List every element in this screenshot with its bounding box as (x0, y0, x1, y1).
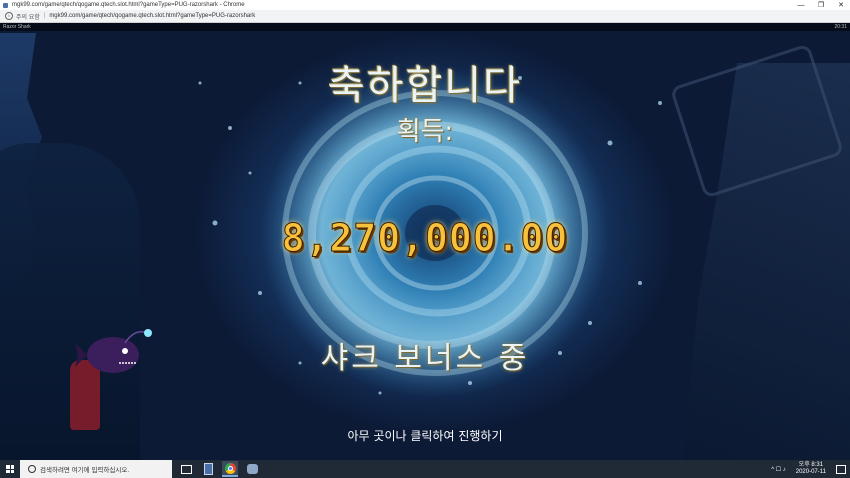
system-tray: ^ ☐ ♪ 오후 8:31 2020-07-11 (771, 460, 850, 478)
taskbar: 검색하려면 여기에 입력하십시오. ^ ☐ ♪ 오후 8:31 2020-07-… (0, 460, 850, 478)
game-clock: 20:31 (834, 24, 847, 30)
task-view-icon (180, 464, 192, 474)
calculator-button[interactable] (200, 461, 216, 477)
taskbar-search-box[interactable]: 검색하려면 여기에 입력하십시오. (20, 460, 172, 478)
congrats-title: 축하합니다 (328, 63, 522, 109)
game-name: Razor Shark (3, 24, 31, 30)
tray-icons[interactable]: ^ ☐ ♪ (771, 466, 786, 473)
app-icon (246, 464, 258, 474)
security-label[interactable]: 주의 요함 (16, 12, 40, 21)
window-controls: — ❐ ✕ (796, 0, 846, 10)
browser-titlebar: mgk99.com/game/qtech/qogame.qtech.slot.h… (0, 0, 850, 10)
windows-logo-icon (6, 465, 14, 473)
game-canvas[interactable]: Razor Shark 20:31 축하합니다 획득: 8,270,000.00… (0, 23, 850, 460)
site-favicon-icon (3, 2, 8, 8)
start-button[interactable] (0, 460, 20, 478)
search-icon (28, 465, 36, 473)
bonus-label: 샤크 보너스 중 (320, 341, 530, 376)
task-view-button[interactable] (178, 461, 194, 477)
game-header-bar: Razor Shark 20:31 (0, 23, 850, 31)
taskbar-clock[interactable]: 오후 8:31 2020-07-11 (796, 462, 826, 476)
won-label: 획득: (396, 117, 454, 147)
continue-hint[interactable]: 아무 곳이나 클릭하여 진행하기 (0, 427, 850, 444)
clock-time: 오후 8:31 (798, 462, 824, 468)
clock-date: 2020-07-11 (795, 469, 826, 475)
other-app-button[interactable] (244, 461, 260, 477)
url-text[interactable]: mgk99.com/game/qtech/qogame.qtech.slot.h… (49, 13, 255, 19)
restore-button[interactable]: ❐ (816, 1, 826, 9)
calculator-icon (203, 463, 213, 475)
window-title: mgk99.com/game/qtech/qogame.qtech.slot.h… (12, 2, 245, 8)
chrome-button[interactable] (222, 461, 238, 477)
close-button[interactable]: ✕ (836, 1, 846, 9)
win-amount: 8,270,000.00 (281, 216, 569, 261)
info-icon[interactable]: i (5, 12, 13, 20)
address-bar[interactable]: i 주의 요함 | mgk99.com/game/qtech/qogame.qt… (0, 10, 850, 23)
chrome-icon (224, 462, 236, 474)
minimize-button[interactable]: — (796, 2, 806, 9)
taskbar-apps (178, 461, 260, 477)
notification-icon[interactable] (836, 464, 846, 474)
search-placeholder: 검색하려면 여기에 입력하십시오. (40, 467, 130, 474)
address-separator: | (43, 13, 46, 19)
